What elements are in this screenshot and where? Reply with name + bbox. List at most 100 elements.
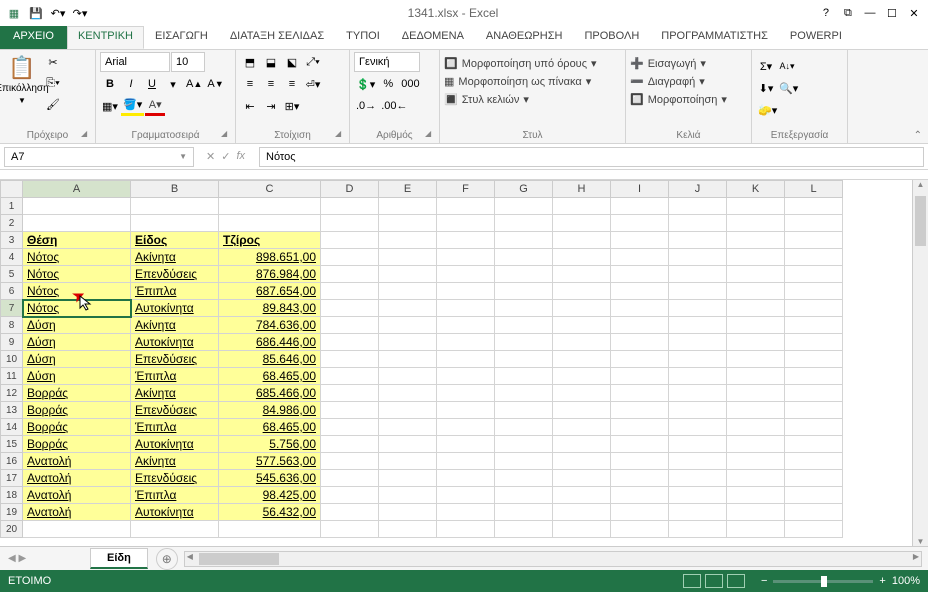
- cell[interactable]: [727, 504, 785, 521]
- cell[interactable]: Δύση: [23, 368, 131, 385]
- cell[interactable]: Ανατολή: [23, 470, 131, 487]
- row-header[interactable]: 15: [1, 436, 23, 453]
- cell[interactable]: [785, 436, 843, 453]
- cell[interactable]: [321, 453, 379, 470]
- hscroll-thumb[interactable]: [199, 553, 279, 565]
- format-painter-icon[interactable]: 🖌: [43, 94, 63, 114]
- cell[interactable]: [379, 232, 437, 249]
- cell[interactable]: Αυτοκίνητα: [131, 300, 219, 317]
- col-header[interactable]: A: [23, 181, 131, 198]
- cell[interactable]: [495, 266, 553, 283]
- cell[interactable]: [131, 521, 219, 538]
- cell[interactable]: [437, 436, 495, 453]
- cell[interactable]: [379, 334, 437, 351]
- cell[interactable]: [727, 351, 785, 368]
- cell[interactable]: [785, 249, 843, 266]
- cell[interactable]: [495, 283, 553, 300]
- find-icon[interactable]: 🔍▾: [777, 78, 800, 98]
- cell[interactable]: [611, 198, 669, 215]
- cell[interactable]: [611, 368, 669, 385]
- cell[interactable]: [495, 521, 553, 538]
- cell[interactable]: [495, 334, 553, 351]
- cell[interactable]: [727, 215, 785, 232]
- cell[interactable]: [321, 385, 379, 402]
- tab-view[interactable]: ΠΡΟΒΟΛΗ: [573, 26, 650, 49]
- collapse-ribbon-icon[interactable]: ⌃: [914, 130, 922, 141]
- sheet-grid[interactable]: ABCDEFGHIJKL123ΘέσηΕίδοςΤζίρος4ΝότοςΑκίν…: [0, 180, 912, 546]
- cut-icon[interactable]: ✂: [43, 52, 63, 72]
- cell[interactable]: [669, 283, 727, 300]
- cell[interactable]: Νότος: [23, 249, 131, 266]
- tab-file[interactable]: ΑΡΧΕΙΟ: [0, 26, 67, 49]
- cell[interactable]: [785, 351, 843, 368]
- align-bottom-icon[interactable]: ⬕: [282, 52, 302, 72]
- enter-formula-icon[interactable]: ✓: [221, 150, 230, 163]
- cell[interactable]: [611, 470, 669, 487]
- cell[interactable]: 898.651,00: [219, 249, 321, 266]
- cell[interactable]: [727, 317, 785, 334]
- cell[interactable]: [727, 453, 785, 470]
- cell[interactable]: [553, 487, 611, 504]
- row-header[interactable]: 19: [1, 504, 23, 521]
- cell[interactable]: Νότος: [23, 300, 131, 317]
- cell[interactable]: [611, 521, 669, 538]
- cell[interactable]: [669, 453, 727, 470]
- cell[interactable]: [553, 215, 611, 232]
- cell[interactable]: [553, 232, 611, 249]
- cell[interactable]: [379, 419, 437, 436]
- cell[interactable]: [669, 249, 727, 266]
- decrease-indent-icon[interactable]: ⇤: [240, 96, 260, 116]
- italic-button[interactable]: I: [121, 74, 141, 94]
- cell[interactable]: [379, 300, 437, 317]
- cell[interactable]: [785, 215, 843, 232]
- cell[interactable]: [379, 249, 437, 266]
- ribbon-opts-icon[interactable]: ⧉: [838, 3, 858, 23]
- row-header[interactable]: 18: [1, 487, 23, 504]
- cell[interactable]: [495, 368, 553, 385]
- row-header[interactable]: 7: [1, 300, 23, 317]
- cell[interactable]: [495, 215, 553, 232]
- cell[interactable]: [785, 470, 843, 487]
- align-right-icon[interactable]: ≡: [282, 74, 302, 94]
- fill-color-icon[interactable]: 🪣▾: [121, 96, 144, 116]
- horizontal-scrollbar[interactable]: ◀ ▶: [184, 551, 922, 567]
- cell[interactable]: Νότος: [23, 266, 131, 283]
- cell[interactable]: [321, 334, 379, 351]
- cell[interactable]: 577.563,00: [219, 453, 321, 470]
- font-name-combo[interactable]: [100, 52, 170, 72]
- select-all[interactable]: [1, 181, 23, 198]
- col-header[interactable]: K: [727, 181, 785, 198]
- cell[interactable]: Βορράς: [23, 402, 131, 419]
- cell[interactable]: [669, 198, 727, 215]
- align-center-icon[interactable]: ≡: [261, 74, 281, 94]
- cell[interactable]: Αυτοκίνητα: [131, 436, 219, 453]
- cell[interactable]: [669, 300, 727, 317]
- cell[interactable]: [727, 521, 785, 538]
- row-header[interactable]: 16: [1, 453, 23, 470]
- cell[interactable]: 686.446,00: [219, 334, 321, 351]
- cell[interactable]: [495, 402, 553, 419]
- view-break-icon[interactable]: [727, 574, 745, 588]
- cell[interactable]: [219, 215, 321, 232]
- cell[interactable]: Έπιπλα: [131, 487, 219, 504]
- cell[interactable]: 56.432,00: [219, 504, 321, 521]
- cell[interactable]: [437, 215, 495, 232]
- cell[interactable]: [379, 521, 437, 538]
- cell[interactable]: [785, 317, 843, 334]
- cell[interactable]: 89.843,00: [219, 300, 321, 317]
- col-header[interactable]: C: [219, 181, 321, 198]
- row-header[interactable]: 20: [1, 521, 23, 538]
- cell[interactable]: [611, 504, 669, 521]
- cells-insert-button[interactable]: ➕Εισαγωγή▾: [630, 56, 747, 71]
- excel-icon[interactable]: ▦: [4, 3, 24, 23]
- cell[interactable]: [553, 317, 611, 334]
- cell[interactable]: [785, 453, 843, 470]
- cell[interactable]: [379, 266, 437, 283]
- cell[interactable]: [785, 300, 843, 317]
- tab-data[interactable]: ΔΕΔΟΜΕΝΑ: [391, 26, 475, 49]
- cell[interactable]: [553, 419, 611, 436]
- row-header[interactable]: 9: [1, 334, 23, 351]
- increase-decimal-icon[interactable]: .0→: [354, 96, 378, 116]
- row-header[interactable]: 4: [1, 249, 23, 266]
- cell[interactable]: [379, 453, 437, 470]
